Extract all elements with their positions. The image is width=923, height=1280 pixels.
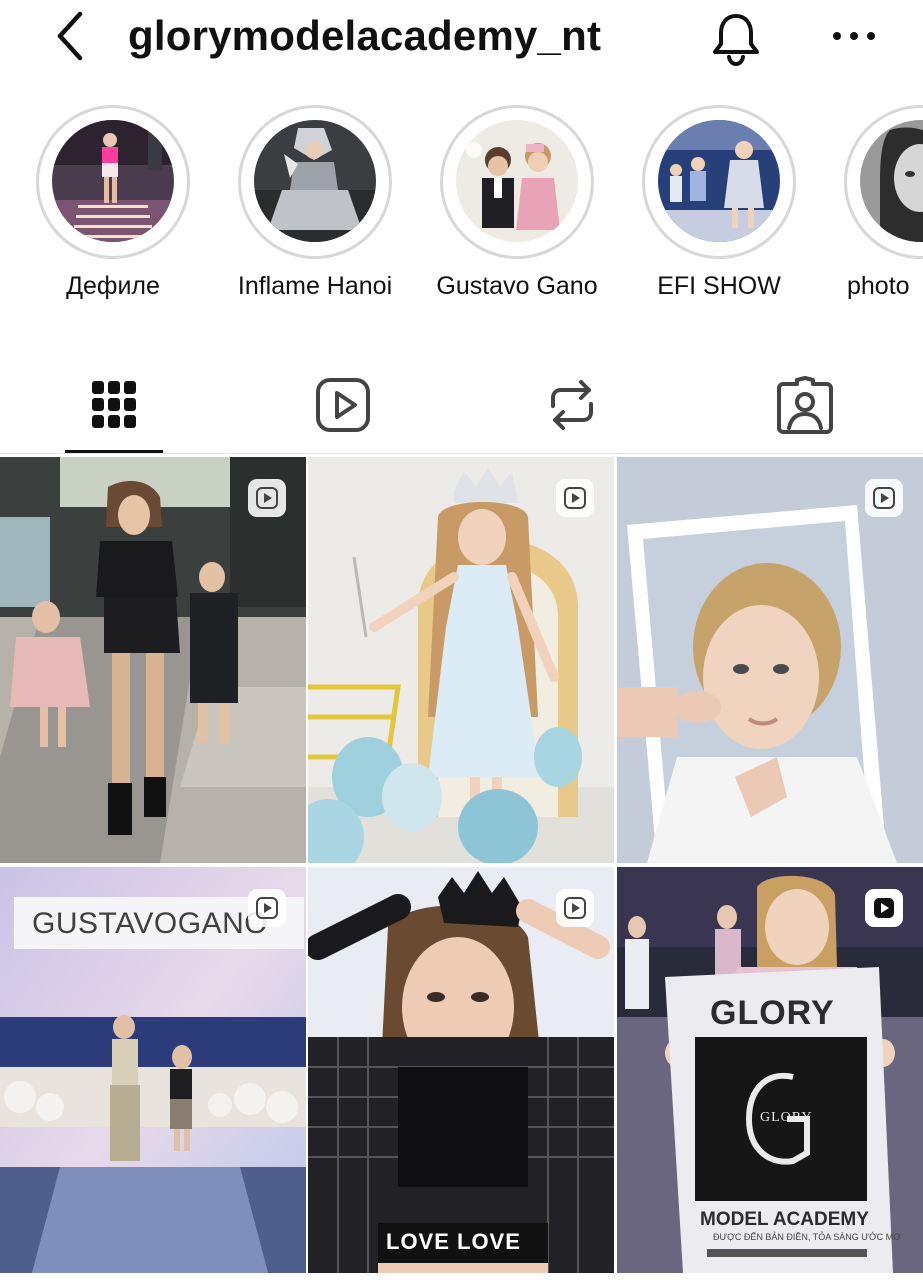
- repost-icon: [551, 380, 593, 430]
- profile-tabs: [0, 350, 923, 454]
- reel-indicator-icon: [248, 479, 286, 517]
- tab-reels[interactable]: [303, 370, 383, 440]
- tab-tagged[interactable]: [765, 370, 845, 440]
- post-thumbnail[interactable]: GUSTAVOGANO: [0, 867, 306, 1273]
- more-dots-icon[interactable]: [826, 14, 882, 58]
- reels-icon: [316, 378, 370, 432]
- tagged-icon: [777, 376, 833, 434]
- reel-indicator-icon: [556, 889, 594, 927]
- sign-title: GLORY: [710, 994, 835, 1032]
- reel-indicator-icon: [556, 479, 594, 517]
- post-thumbnail[interactable]: LOVE LOVE: [308, 867, 614, 1273]
- profile-username: glorymodelacademy_nt: [128, 12, 602, 59]
- post-thumbnail[interactable]: [0, 457, 306, 863]
- highlight-cover-image: [658, 120, 780, 242]
- back-arrow-icon[interactable]: [44, 10, 96, 62]
- sign-tagline: ĐƯỢC ĐẾN BẢN ĐIỀN, TỎA SÁNG ƯỚC MƠ: [713, 1232, 901, 1242]
- post-thumbnail[interactable]: [308, 457, 614, 863]
- sign-subtitle: MODEL ACADEMY: [700, 1209, 869, 1230]
- highlight-cover-image: [254, 120, 376, 242]
- story-highlights: Дефиле Inflame Hanoi Gustavo Gano EFI SH…: [0, 100, 923, 320]
- post-thumbnail[interactable]: GLORY GLORY MODEL ACADEMY ĐƯỢC ĐẾN BẢN Đ…: [617, 867, 923, 1273]
- reel-indicator-icon: [865, 479, 903, 517]
- shirt-overlay-text: LOVE LOVE: [386, 1229, 521, 1254]
- highlight-cover-image: [52, 120, 174, 242]
- posts-grid: GUSTAVOGANO LOVE LOVE GLORY GLORY MODEL …: [0, 457, 923, 1280]
- grid-icon: [92, 381, 136, 428]
- highlight-label: Дефиле: [66, 272, 160, 300]
- reel-indicator-icon: [248, 889, 286, 927]
- bell-icon[interactable]: [706, 10, 766, 68]
- highlight-label: Gustavo Gano: [436, 272, 598, 300]
- highlight-label: Inflame Hanoi: [237, 272, 393, 300]
- brand-overlay-text: GUSTAVOGANO: [32, 907, 269, 940]
- highlight-label: EFI SHOW: [657, 272, 781, 300]
- reel-indicator-icon: [865, 889, 903, 927]
- tab-grid[interactable]: [74, 370, 154, 440]
- highlight-cover-image: [456, 120, 578, 242]
- post-thumbnail[interactable]: [617, 457, 923, 863]
- tabs-divider: [0, 453, 923, 454]
- highlight-label: photo: [847, 272, 910, 300]
- tab-reposts[interactable]: [532, 370, 612, 440]
- sign-logo-text: GLORY: [760, 1110, 813, 1125]
- top-bar: glorymodelacademy_nt: [0, 0, 923, 80]
